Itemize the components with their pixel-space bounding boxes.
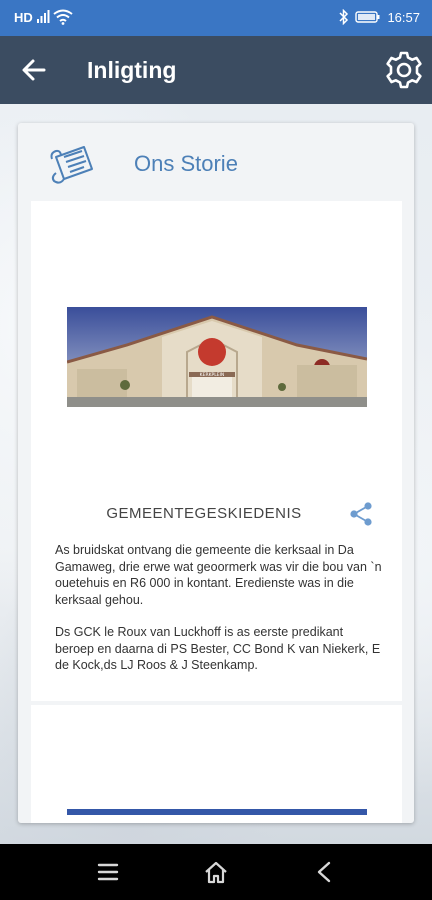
network-type: HD	[14, 9, 33, 25]
next-panel	[31, 705, 402, 823]
back-icon[interactable]	[310, 858, 338, 886]
battery-icon	[355, 11, 380, 23]
page-title: Inligting	[87, 57, 177, 83]
back-arrow-icon[interactable]	[18, 54, 50, 86]
gear-icon[interactable]	[382, 48, 426, 92]
article-body: As bruidskat ontvang die gemeente die ke…	[55, 542, 385, 690]
app-bar: Inligting	[0, 36, 432, 104]
wifi-icon	[53, 9, 73, 25]
card-title: Ons Storie	[134, 151, 238, 176]
system-nav-bar	[0, 844, 432, 900]
article-heading: GEMEENTEGESKIEDENIS	[106, 505, 302, 522]
status-right: 16:57	[339, 9, 420, 25]
article-paragraph: Ds GCK le Roux van Luckhoff is as eerste…	[55, 625, 381, 672]
next-item-bar	[67, 809, 367, 815]
signal-icon	[36, 10, 50, 23]
status-bar: HD 16:57	[0, 0, 432, 36]
story-card: Ons Storie KERKPLEIN GEMEENTEGESKIEDENIS…	[18, 123, 414, 823]
bluetooth-icon	[339, 9, 349, 25]
clock: 16:57	[387, 9, 420, 25]
home-icon[interactable]	[202, 858, 230, 886]
content-panel: KERKPLEIN GEMEENTEGESKIEDENIS As bruidsk…	[31, 201, 402, 701]
article-paragraph: As bruidskat ontvang die gemeente die ke…	[55, 543, 382, 607]
sign-text: KERKPLEIN	[200, 372, 225, 378]
scroll-icon	[50, 146, 93, 184]
church-hall-photo: KERKPLEIN	[67, 307, 367, 407]
share-icon[interactable]	[348, 501, 374, 527]
menu-icon[interactable]	[94, 858, 122, 886]
status-left: HD	[14, 9, 73, 25]
